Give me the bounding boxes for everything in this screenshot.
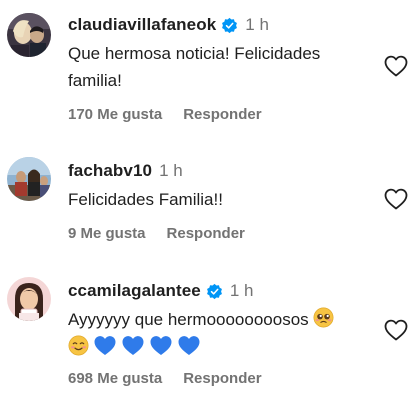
- username[interactable]: ccamilagalantee: [68, 280, 201, 302]
- emoji-row: [68, 335, 376, 356]
- like-count[interactable]: 9 Me gusta: [68, 225, 146, 242]
- timestamp: 1 h: [245, 15, 269, 34]
- blue-heart-emoji-icon: [150, 336, 172, 356]
- comment-text-block: Ayyyyyy que hermoooooooosos: [68, 306, 376, 333]
- avatar-photo-icon: [7, 13, 51, 57]
- verified-badge-icon: [222, 17, 238, 33]
- blue-heart-emoji-icon: [178, 336, 200, 356]
- reply-button[interactable]: Responder: [183, 106, 261, 123]
- reply-button[interactable]: Responder: [183, 370, 261, 387]
- like-count[interactable]: 698 Me gusta: [68, 370, 162, 387]
- comment-text: Felicidades Familia!!: [68, 190, 223, 209]
- username[interactable]: fachabv10: [68, 160, 152, 182]
- comment-text: Ayyyyyy que hermoooooooosos: [68, 310, 309, 329]
- smiling-face-emoji-icon: [68, 335, 89, 356]
- blue-heart-emoji-icon: [94, 336, 116, 356]
- timestamp: 1 h: [229, 281, 254, 300]
- avatar[interactable]: [7, 157, 51, 201]
- reply-button[interactable]: Responder: [167, 225, 245, 242]
- blue-heart-emoji-icon: [122, 336, 144, 356]
- avatar-photo-icon: [7, 277, 51, 321]
- comment-text: Que hermosa noticia! Felicidades familia…: [68, 44, 321, 90]
- avatar[interactable]: [7, 277, 51, 321]
- like-heart-icon[interactable]: [384, 319, 408, 341]
- verified-badge-icon: [206, 283, 222, 299]
- avatar[interactable]: [7, 13, 51, 57]
- timestamp: 1 h: [159, 161, 183, 180]
- like-heart-icon[interactable]: [384, 188, 408, 210]
- like-count[interactable]: 170 Me gusta: [68, 106, 162, 123]
- avatar-photo-icon: [7, 157, 51, 201]
- username[interactable]: claudiavillafaneok: [68, 14, 216, 36]
- like-heart-icon[interactable]: [384, 55, 408, 77]
- pleading-face-emoji-icon: [313, 307, 334, 328]
